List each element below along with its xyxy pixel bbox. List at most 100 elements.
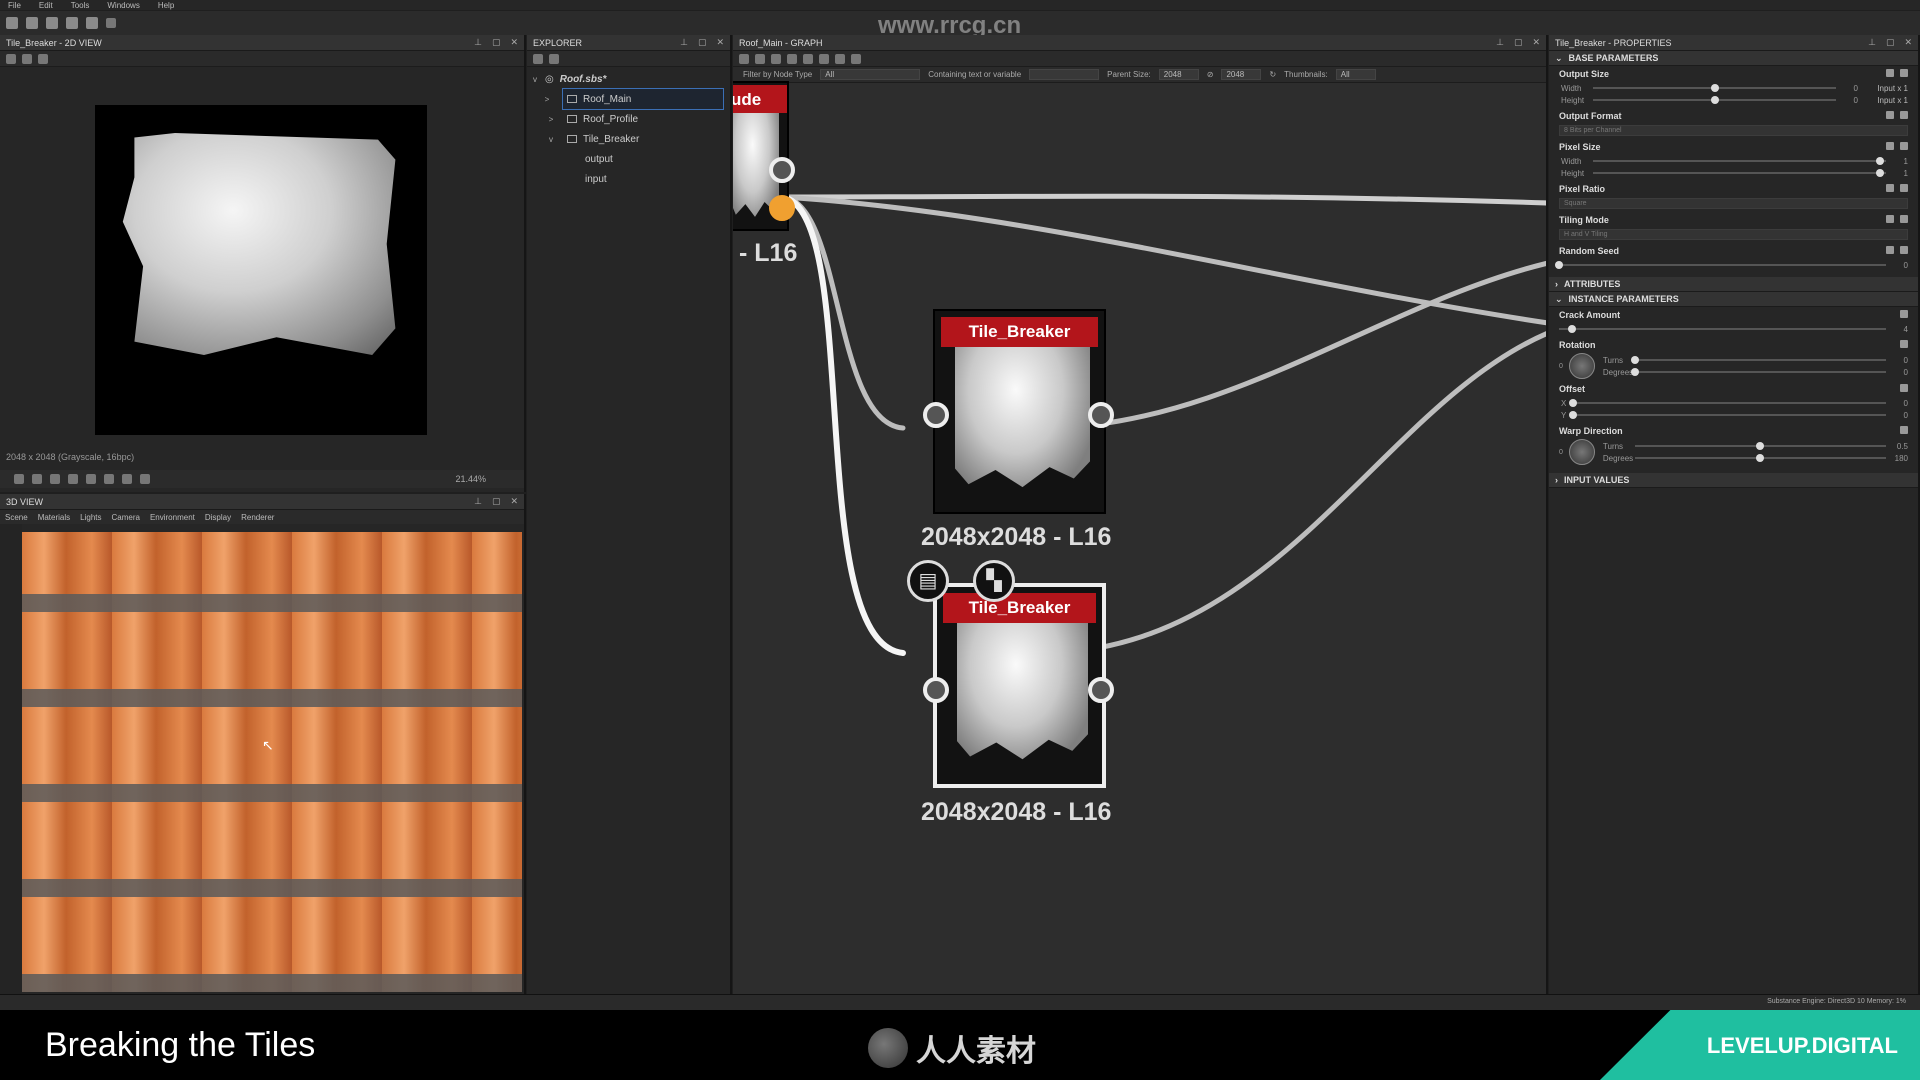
close-icon[interactable]: ✕ [510, 496, 518, 507]
pin-icon[interactable]: ⊥ [680, 37, 688, 48]
save-icon[interactable] [66, 17, 78, 29]
menu-file[interactable]: File [8, 1, 21, 10]
rotation-dial[interactable] [1568, 353, 1595, 379]
warp-direction-dial[interactable] [1568, 439, 1595, 465]
output-format-dropdown[interactable]: 8 Bits per Channel [1559, 125, 1908, 136]
link-icon[interactable] [1886, 111, 1894, 119]
output-width-slider[interactable] [1593, 84, 1836, 92]
output-height-slider[interactable] [1593, 96, 1836, 104]
undo-icon[interactable] [86, 17, 98, 29]
slider-knob[interactable] [1630, 356, 1639, 364]
tree-item-input[interactable]: input [527, 169, 730, 189]
random-seed-slider[interactable] [1555, 261, 1886, 269]
maximize-icon[interactable]: ▢ [492, 496, 501, 507]
save-image-icon[interactable] [6, 53, 16, 64]
view3d-menu-renderer[interactable]: Renderer [241, 513, 274, 522]
copy-icon[interactable] [22, 53, 32, 64]
comment-icon[interactable] [851, 53, 861, 64]
new-package-icon[interactable] [549, 53, 559, 64]
tile-breaker-node-selected[interactable]: Tile_Breaker [933, 583, 1106, 788]
view3d-menu-materials[interactable]: Materials [38, 513, 70, 522]
output-port[interactable] [1088, 402, 1114, 428]
reset-icon[interactable] [1900, 69, 1908, 77]
link-icon[interactable] [1886, 69, 1894, 77]
sample-icon[interactable] [140, 474, 150, 484]
layers-icon[interactable] [14, 474, 24, 484]
export-icon[interactable] [38, 53, 48, 64]
pixel-height-slider[interactable] [1593, 169, 1886, 177]
section-base-parameters[interactable]: ⌄ BASE PARAMETERS [1549, 51, 1918, 66]
thumbnails-dropdown[interactable]: All [1335, 69, 1376, 80]
chevron-down-icon[interactable]: v [531, 75, 539, 84]
containing-text-input[interactable] [1029, 69, 1100, 80]
output-port-alt[interactable] [769, 195, 795, 221]
pin-icon[interactable]: ⊥ [474, 496, 482, 507]
link-icon[interactable]: ⊘ [1207, 70, 1214, 79]
offset-y-slider[interactable] [1569, 411, 1886, 419]
fit-icon[interactable] [755, 53, 765, 64]
pixel-width-slider[interactable] [1593, 157, 1886, 165]
slider-knob[interactable] [1756, 442, 1765, 450]
open-icon[interactable] [46, 17, 58, 29]
checker-icon[interactable]: ▚ [973, 560, 1015, 602]
close-icon[interactable]: ✕ [1532, 37, 1540, 48]
view3d-menu-display[interactable]: Display [205, 513, 231, 522]
texture-2d-canvas[interactable] [95, 105, 427, 435]
menu-tools[interactable]: Tools [71, 1, 90, 10]
slider-knob[interactable] [1569, 411, 1577, 419]
tile-icon[interactable] [68, 474, 78, 484]
snapshot-icon[interactable] [771, 53, 781, 64]
reset-icon[interactable]: ↻ [1269, 70, 1276, 79]
graph-canvas[interactable]: ude - L16 Tile_Breaker 2048x2048 - L16 T… [733, 81, 1546, 994]
align-icon[interactable] [819, 53, 829, 64]
slider-knob[interactable] [1756, 454, 1765, 462]
save-package-icon[interactable] [533, 53, 543, 64]
reset-icon[interactable] [1900, 340, 1908, 348]
parent-size-dropdown[interactable]: 2048 [1158, 69, 1199, 80]
input-port[interactable] [923, 677, 949, 703]
info-icon[interactable] [787, 53, 797, 64]
size-dropdown[interactable]: 2048 [1221, 69, 1262, 80]
menu-edit[interactable]: Edit [39, 1, 53, 10]
close-icon[interactable]: ✕ [1904, 37, 1912, 48]
reset-icon[interactable] [1900, 384, 1908, 392]
redo-icon[interactable] [106, 18, 116, 28]
roof-tiles-3d-viewport[interactable]: ↖ [22, 532, 522, 992]
link-icon[interactable] [1886, 142, 1894, 150]
section-attributes[interactable]: › ATTRIBUTES [1549, 277, 1918, 292]
view3d-menu-environment[interactable]: Environment [150, 513, 195, 522]
crack-amount-slider[interactable] [1559, 325, 1886, 333]
menu-help[interactable]: Help [158, 1, 174, 10]
slider-knob[interactable] [1568, 325, 1577, 333]
link-icon[interactable] [1886, 246, 1894, 254]
menu-windows[interactable]: Windows [107, 1, 139, 10]
output-port[interactable] [1088, 677, 1114, 703]
pin-icon[interactable]: ⊥ [1496, 37, 1504, 48]
slider-knob[interactable] [1876, 157, 1885, 165]
checker-icon[interactable] [32, 474, 42, 484]
maximize-icon[interactable]: ▢ [492, 37, 501, 48]
reset-icon[interactable] [1900, 246, 1908, 254]
layout-icon[interactable] [835, 53, 845, 64]
pixel-ratio-dropdown[interactable]: Square [1559, 198, 1908, 209]
slider-knob[interactable] [1876, 169, 1885, 177]
pin-icon[interactable]: ⊥ [474, 37, 482, 48]
reset-icon[interactable] [1900, 215, 1908, 223]
close-icon[interactable]: ✕ [716, 37, 724, 48]
document-icon[interactable]: ▤ [907, 560, 949, 602]
new-graph-icon[interactable] [26, 17, 38, 29]
tree-item-roof-main[interactable]: Roof_Main > [545, 88, 724, 110]
link-icon[interactable] [1886, 215, 1894, 223]
chevron-down-icon[interactable]: v [547, 135, 555, 144]
tile-breaker-node[interactable]: Tile_Breaker [933, 309, 1106, 514]
slider-knob[interactable] [1710, 96, 1719, 104]
maximize-icon[interactable]: ▢ [1514, 37, 1523, 48]
zoom-level[interactable]: 21.44% [455, 474, 486, 484]
maximize-icon[interactable]: ▢ [1886, 37, 1895, 48]
section-input-values[interactable]: › INPUT VALUES [1549, 473, 1918, 488]
view3d-menu-lights[interactable]: Lights [80, 513, 101, 522]
channel-icon[interactable] [86, 474, 96, 484]
rotation-degrees-slider[interactable] [1630, 368, 1886, 376]
color-icon[interactable] [50, 474, 60, 484]
tree-item-roof-profile[interactable]: > Roof_Profile [527, 109, 730, 129]
